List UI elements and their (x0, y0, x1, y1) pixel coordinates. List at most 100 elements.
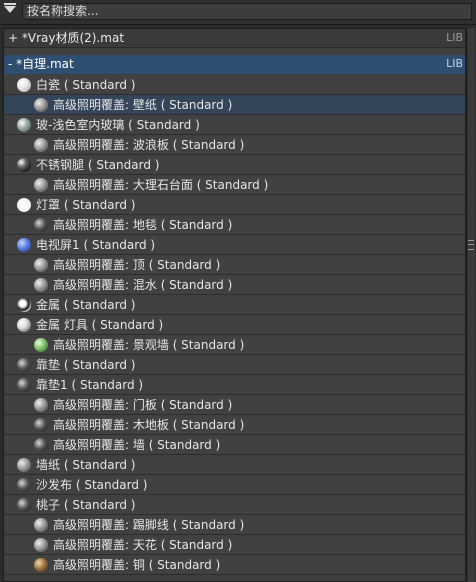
material-name: 灯罩 (36, 198, 61, 212)
material-type: ( Standard ) (71, 378, 144, 392)
light-sphere-icon (17, 318, 31, 332)
material-name: 不锈钢腿 (36, 158, 85, 172)
material-label: 墙纸 ( Standard ) (36, 455, 135, 475)
library-toggle[interactable]: - (8, 57, 12, 71)
material-label: 高级照明覆盖: 混水 ( Standard ) (53, 275, 232, 295)
material-name: 高级照明覆盖: 大理石台面 (53, 178, 193, 192)
dark-sphere-icon (17, 498, 31, 512)
material-row[interactable]: 不锈钢腿 ( Standard ) (4, 155, 465, 175)
material-name: 玻-浅色室内玻璃 (36, 118, 125, 132)
gray-sphere-icon (34, 538, 48, 552)
gray-sphere-icon (34, 278, 48, 292)
lamp-sphere-icon (17, 198, 31, 212)
grip-icon[interactable] (468, 240, 474, 250)
library-name: *Vray材质(2).mat (21, 31, 125, 45)
library-header-ziliˇ[interactable]: - *自理.mat LIB (4, 55, 465, 74)
material-type: ( Standard ) (63, 198, 136, 212)
material-name: 金属 (36, 298, 61, 312)
material-row[interactable]: 灯罩 ( Standard ) (4, 195, 465, 215)
material-label: 高级照明覆盖: 门板 ( Standard ) (53, 395, 232, 415)
material-label: 金属 ( Standard ) (36, 295, 135, 315)
material-type: ( Standard ) (172, 138, 245, 152)
material-label: 高级照明覆盖: 景观墙 ( Standard ) (53, 335, 244, 355)
material-name: 高级照明覆盖: 木地板 (53, 418, 169, 432)
scrollbar[interactable] (466, 28, 476, 582)
material-sub-row[interactable]: 高级照明覆盖: 景观墙 ( Standard ) (4, 335, 465, 355)
top-toolbar: 按名称搜索... (0, 0, 476, 25)
dark-sphere-icon (34, 438, 48, 452)
dark-sphere-icon (17, 358, 31, 372)
green-sphere-icon (34, 338, 48, 352)
material-row[interactable]: 白瓷 ( Standard ) (4, 75, 465, 95)
material-label: 高级照明覆盖: 踢脚线 ( Standard ) (53, 515, 244, 535)
material-sub-row[interactable]: 高级照明覆盖: 大理石台面 ( Standard ) (4, 175, 465, 195)
material-label: 灯罩 ( Standard ) (36, 195, 135, 215)
dark-sphere-icon (17, 478, 31, 492)
material-row[interactable]: 靠垫 ( Standard ) (4, 355, 465, 375)
material-sub-row[interactable]: 高级照明覆盖: 混水 ( Standard ) (4, 275, 465, 295)
material-row[interactable]: 电视屏1 ( Standard ) (4, 235, 465, 255)
material-name: 高级照明覆盖: 波浪板 (53, 138, 169, 152)
material-row[interactable]: 沙发布 ( Standard ) (4, 475, 465, 495)
material-label: 高级照明覆盖: 顶 ( Standard ) (53, 255, 220, 275)
glass-sphere-icon (17, 118, 31, 132)
panel-menu-icon[interactable] (4, 3, 16, 13)
material-row[interactable]: 金属 灯具 ( Standard ) (4, 315, 465, 335)
material-label: 不锈钢腿 ( Standard ) (36, 155, 159, 175)
search-input[interactable]: 按名称搜索... (22, 3, 472, 20)
material-name: 靠垫 (36, 358, 61, 372)
gray-sphere-icon (34, 258, 48, 272)
material-type: ( Standard ) (63, 458, 136, 472)
gray-sphere-icon (34, 518, 48, 532)
material-name: 白瓷 (36, 78, 61, 92)
material-sub-row[interactable]: 高级照明覆盖: 墙 ( Standard ) (4, 435, 465, 455)
material-name: 金属 灯具 (36, 318, 88, 332)
material-label: 高级照明覆盖: 木地板 ( Standard ) (53, 415, 244, 435)
material-sub-row[interactable]: 高级照明覆盖: 木地板 ( Standard ) (4, 415, 465, 435)
material-label: 桃子 ( Standard ) (36, 495, 135, 515)
material-row[interactable]: 墙纸 ( Standard ) (4, 455, 465, 475)
material-label: 高级照明覆盖: 天花 ( Standard ) (53, 535, 232, 555)
material-type: ( Standard ) (148, 558, 221, 572)
material-name: 靠垫1 (36, 378, 68, 392)
material-name: 沙发布 (36, 478, 73, 492)
gray-sphere-icon (34, 178, 48, 192)
material-type: ( Standard ) (63, 298, 136, 312)
material-sub-row[interactable]: 高级照明覆盖: 顶 ( Standard ) (4, 255, 465, 275)
material-label: 靠垫 ( Standard ) (36, 355, 135, 375)
material-type: ( Standard ) (160, 218, 233, 232)
material-type: ( Standard ) (160, 278, 233, 292)
library-tag: LIB (446, 57, 463, 70)
material-row[interactable]: 金属 ( Standard ) (4, 295, 465, 315)
material-type: ( Standard ) (63, 78, 136, 92)
material-sub-row[interactable]: 高级照明覆盖: 天花 ( Standard ) (4, 535, 465, 555)
library-toggle[interactable]: + (8, 31, 18, 45)
dark-sphere-icon (34, 418, 48, 432)
material-type: ( Standard ) (160, 538, 233, 552)
material-sub-row[interactable]: 高级照明覆盖: 壁纸 ( Standard ) (4, 95, 465, 115)
material-row[interactable]: 桃子 ( Standard ) (4, 495, 465, 515)
material-sub-row[interactable]: 高级照明覆盖: 波浪板 ( Standard ) (4, 135, 465, 155)
material-type: ( Standard ) (196, 178, 269, 192)
material-type: ( Standard ) (83, 238, 156, 252)
material-type: ( Standard ) (172, 338, 245, 352)
material-label: 金属 灯具 ( Standard ) (36, 315, 163, 335)
material-list: 白瓷 ( Standard ) 高级照明覆盖: 壁纸 ( Standard ) 玻-… (4, 75, 465, 575)
material-type: ( Standard ) (128, 118, 200, 132)
material-row[interactable]: 靠垫1 ( Standard ) (4, 375, 465, 395)
gray-sphere-icon (34, 98, 48, 112)
material-type: ( Standard ) (63, 358, 136, 372)
material-type: ( Standard ) (87, 158, 160, 172)
library-tag: LIB (446, 31, 463, 44)
material-type: ( Standard ) (148, 258, 221, 272)
material-label: 沙发布 ( Standard ) (36, 475, 147, 495)
material-row[interactable]: 玻-浅色室内玻璃 ( Standard ) (4, 115, 465, 135)
material-name: 高级照明覆盖: 天花 (53, 538, 157, 552)
material-sub-row[interactable]: 高级照明覆盖: 地毯 ( Standard ) (4, 215, 465, 235)
material-sub-row[interactable]: 高级照明覆盖: 门板 ( Standard ) (4, 395, 465, 415)
material-sub-row[interactable]: 高级照明覆盖: 踢脚线 ( Standard ) (4, 515, 465, 535)
scroll-thumb[interactable] (468, 28, 475, 582)
material-name: 高级照明覆盖: 踢脚线 (53, 518, 169, 532)
material-sub-row[interactable]: 高级照明覆盖: 铜 ( Standard ) (4, 555, 465, 575)
library-header-vray[interactable]: + *Vray材质(2).mat LIB (4, 29, 465, 48)
